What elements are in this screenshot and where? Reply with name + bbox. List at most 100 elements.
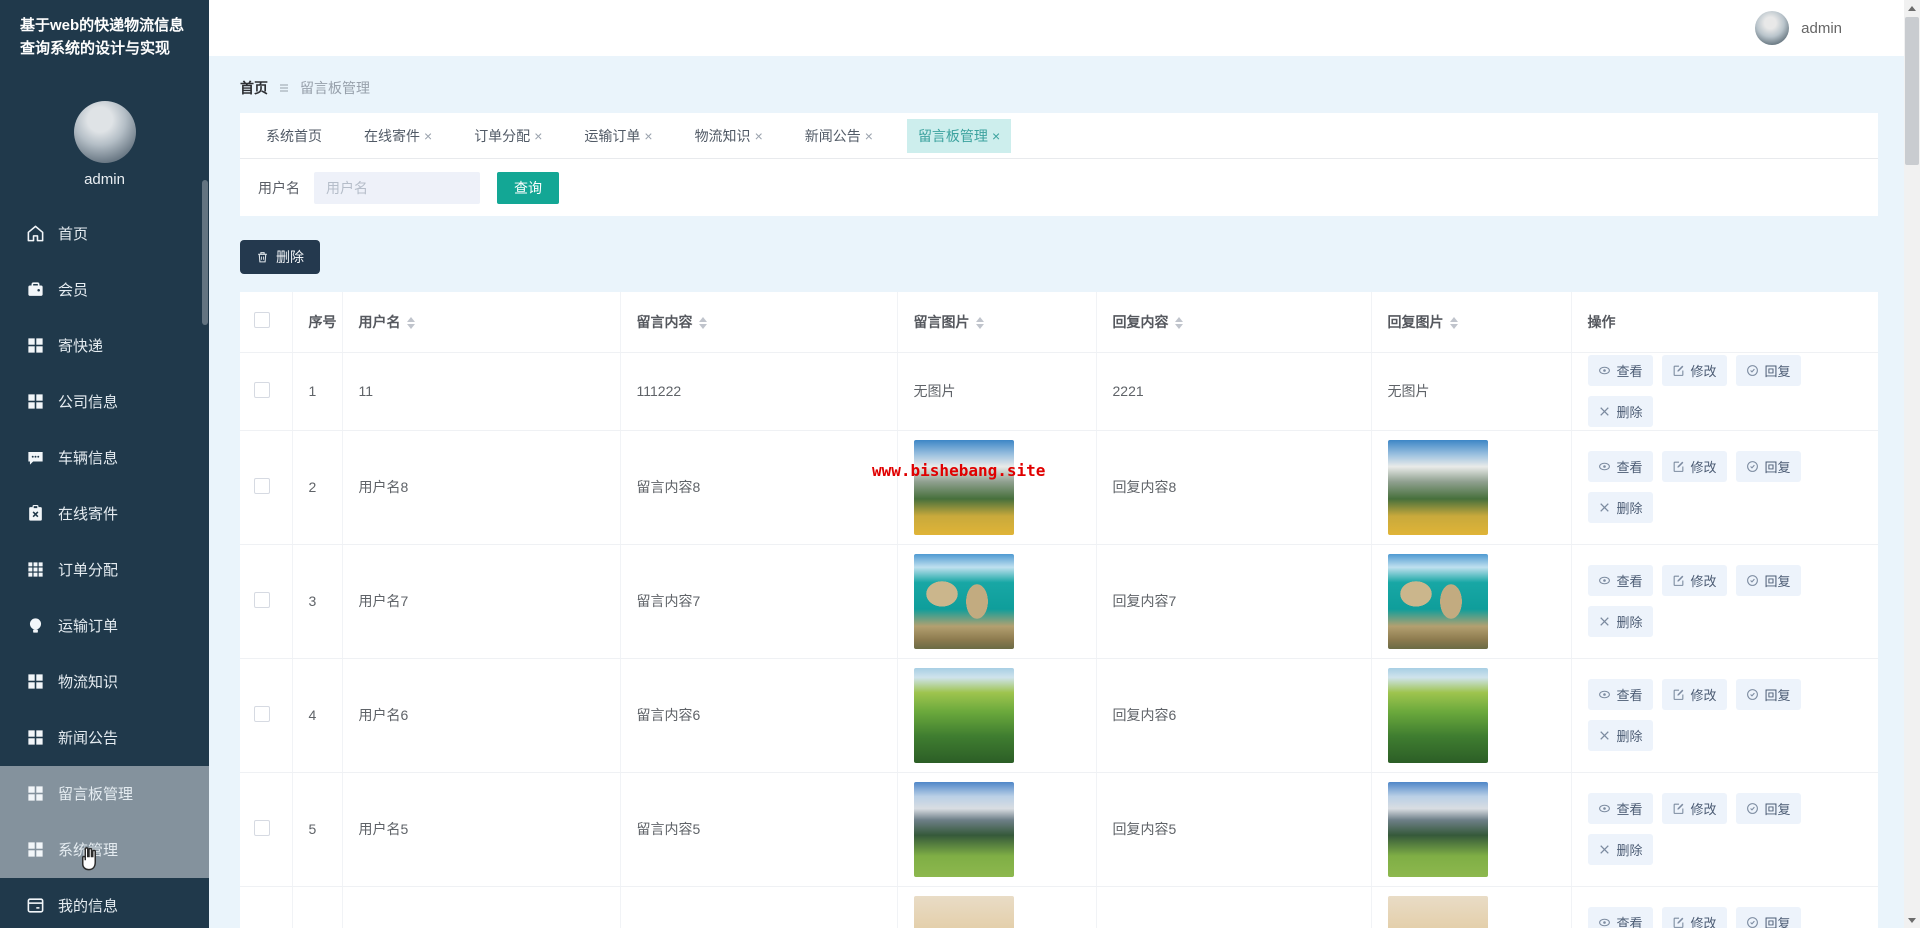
tab-close-icon[interactable]: × — [865, 128, 873, 144]
reply-button[interactable]: 回复 — [1736, 451, 1801, 482]
reply-image-thumbnail[interactable] — [1388, 440, 1488, 535]
eye-icon — [1598, 460, 1611, 473]
row-checkbox[interactable] — [254, 706, 270, 722]
eye-icon — [1598, 364, 1611, 377]
tab-online-shipping[interactable]: 在线寄件× — [356, 119, 440, 153]
edit-button[interactable]: 修改 — [1662, 907, 1727, 928]
edit-button[interactable]: 修改 — [1662, 355, 1727, 386]
message-image-thumbnail[interactable] — [914, 440, 1014, 535]
col-reply[interactable]: 回复内容 — [1096, 292, 1371, 352]
row-checkbox[interactable] — [254, 382, 270, 398]
header-username[interactable]: admin — [1801, 20, 1842, 37]
select-all-checkbox[interactable] — [254, 312, 270, 328]
tab-close-icon[interactable]: × — [992, 128, 1000, 144]
view-button[interactable]: 查看 — [1588, 451, 1653, 482]
reply-button[interactable]: 回复 — [1736, 355, 1801, 386]
view-button[interactable]: 查看 — [1588, 565, 1653, 596]
sidebar-item-label: 订单分配 — [58, 559, 118, 580]
table-row: 3 用户名7 留言内容7 回复内容7 查看 修改 回复 删除 — [240, 544, 1878, 658]
delete-row-button[interactable]: 删除 — [1588, 720, 1653, 751]
sidebar-item-message-board[interactable]: 留言板管理 — [0, 766, 209, 822]
tab-message-board[interactable]: 留言板管理× — [907, 119, 1011, 153]
reply-image-thumbnail[interactable] — [1388, 554, 1488, 649]
row-checkbox[interactable] — [254, 820, 270, 836]
page-scrollbar-thumb[interactable] — [1905, 17, 1919, 165]
tab-close-icon[interactable]: × — [755, 128, 763, 144]
reply-image-thumbnail[interactable] — [1388, 896, 1488, 928]
tab-system-home[interactable]: 系统首页 — [258, 119, 330, 153]
tab-news[interactable]: 新闻公告× — [797, 119, 881, 153]
tab-close-icon[interactable]: × — [534, 128, 542, 144]
sort-icon[interactable] — [1450, 317, 1458, 329]
message-image-thumbnail[interactable] — [914, 554, 1014, 649]
reply-image-thumbnail[interactable] — [1388, 782, 1488, 877]
message-image-thumbnail[interactable] — [914, 896, 1014, 928]
col-message[interactable]: 留言内容 — [620, 292, 897, 352]
table-header-row: 序号 用户名 留言内容 留言图片 回复内容 回复图片 操作 — [240, 292, 1878, 352]
sidebar-scrollbar-thumb[interactable] — [202, 180, 208, 325]
breadcrumb-home[interactable]: 首页 — [240, 78, 268, 98]
tab-order-allocation[interactable]: 订单分配× — [466, 119, 550, 153]
tab-close-icon[interactable]: × — [424, 128, 432, 144]
col-message-image[interactable]: 留言图片 — [897, 292, 1096, 352]
sort-icon[interactable] — [1175, 317, 1183, 329]
view-button[interactable]: 查看 — [1588, 793, 1653, 824]
view-button[interactable]: 查看 — [1588, 907, 1653, 928]
reply-button[interactable]: 回复 — [1736, 907, 1801, 928]
reply-button[interactable]: 回复 — [1736, 565, 1801, 596]
row-checkbox[interactable] — [254, 478, 270, 494]
scroll-down-arrow-icon[interactable] — [1904, 912, 1920, 928]
sort-icon[interactable] — [976, 317, 984, 329]
user-avatar[interactable] — [1755, 11, 1789, 45]
sidebar-item-logistics-knowledge[interactable]: 物流知识 — [0, 654, 209, 710]
col-reply-image[interactable]: 回复图片 — [1371, 292, 1571, 352]
sidebar-item-company-info[interactable]: 公司信息 — [0, 374, 209, 430]
sidebar-item-home[interactable]: 首页 — [0, 206, 209, 262]
trash-icon — [256, 250, 269, 264]
reply-icon — [1746, 916, 1759, 928]
reply-button[interactable]: 回复 — [1736, 679, 1801, 710]
sidebar-item-order-allocation[interactable]: 订单分配 — [0, 542, 209, 598]
page-scrollbar[interactable] — [1904, 0, 1920, 928]
edit-icon — [1672, 460, 1685, 473]
edit-button[interactable]: 修改 — [1662, 565, 1727, 596]
edit-icon — [1672, 916, 1685, 928]
sidebar-item-members[interactable]: 会员 — [0, 262, 209, 318]
sidebar-item-vehicle-info[interactable]: 车辆信息 — [0, 430, 209, 486]
message-image-thumbnail[interactable] — [914, 668, 1014, 763]
message-table-panel: 序号 用户名 留言内容 留言图片 回复内容 回复图片 操作 1 — [240, 292, 1878, 928]
sort-icon[interactable] — [699, 317, 707, 329]
app-title: 基于web的快递物流信息查询系统的设计与实现 — [0, 0, 209, 61]
delete-row-button[interactable]: 删除 — [1588, 834, 1653, 865]
sidebar-item-system-management[interactable]: 系统管理 — [0, 822, 209, 878]
query-button[interactable]: 查询 — [497, 172, 559, 204]
col-username[interactable]: 用户名 — [342, 292, 620, 352]
reply-button[interactable]: 回复 — [1736, 793, 1801, 824]
username-input[interactable] — [314, 172, 480, 204]
delete-row-button[interactable]: 删除 — [1588, 606, 1653, 637]
sidebar-item-transport-orders[interactable]: 运输订单 — [0, 598, 209, 654]
delete-row-button[interactable]: 删除 — [1588, 492, 1653, 523]
reply-icon — [1746, 574, 1759, 587]
scroll-up-arrow-icon[interactable] — [1904, 0, 1920, 16]
tab-logistics-knowledge[interactable]: 物流知识× — [687, 119, 771, 153]
tab-transport-orders[interactable]: 运输订单× — [576, 119, 660, 153]
view-button[interactable]: 查看 — [1588, 355, 1653, 386]
sidebar-item-news[interactable]: 新闻公告 — [0, 710, 209, 766]
edit-button[interactable]: 修改 — [1662, 793, 1727, 824]
view-button[interactable]: 查看 — [1588, 679, 1653, 710]
edit-button[interactable]: 修改 — [1662, 451, 1727, 482]
edit-button[interactable]: 修改 — [1662, 679, 1727, 710]
row-checkbox[interactable] — [254, 592, 270, 608]
bulk-delete-button[interactable]: 删除 — [240, 240, 320, 274]
sidebar-item-send-express[interactable]: 寄快递 — [0, 318, 209, 374]
sidebar-item-online-shipping[interactable]: 在线寄件 — [0, 486, 209, 542]
main-area: admin 首页 留言板管理 系统首页 在线寄件× 订单分配× — [209, 0, 1904, 928]
sidebar-item-my-info[interactable]: 我的信息 — [0, 878, 209, 928]
sort-icon[interactable] — [407, 317, 415, 329]
x-icon — [1598, 405, 1611, 418]
message-image-thumbnail[interactable] — [914, 782, 1014, 877]
delete-row-button[interactable]: 删除 — [1588, 396, 1653, 427]
reply-image-thumbnail[interactable] — [1388, 668, 1488, 763]
tab-close-icon[interactable]: × — [644, 128, 652, 144]
